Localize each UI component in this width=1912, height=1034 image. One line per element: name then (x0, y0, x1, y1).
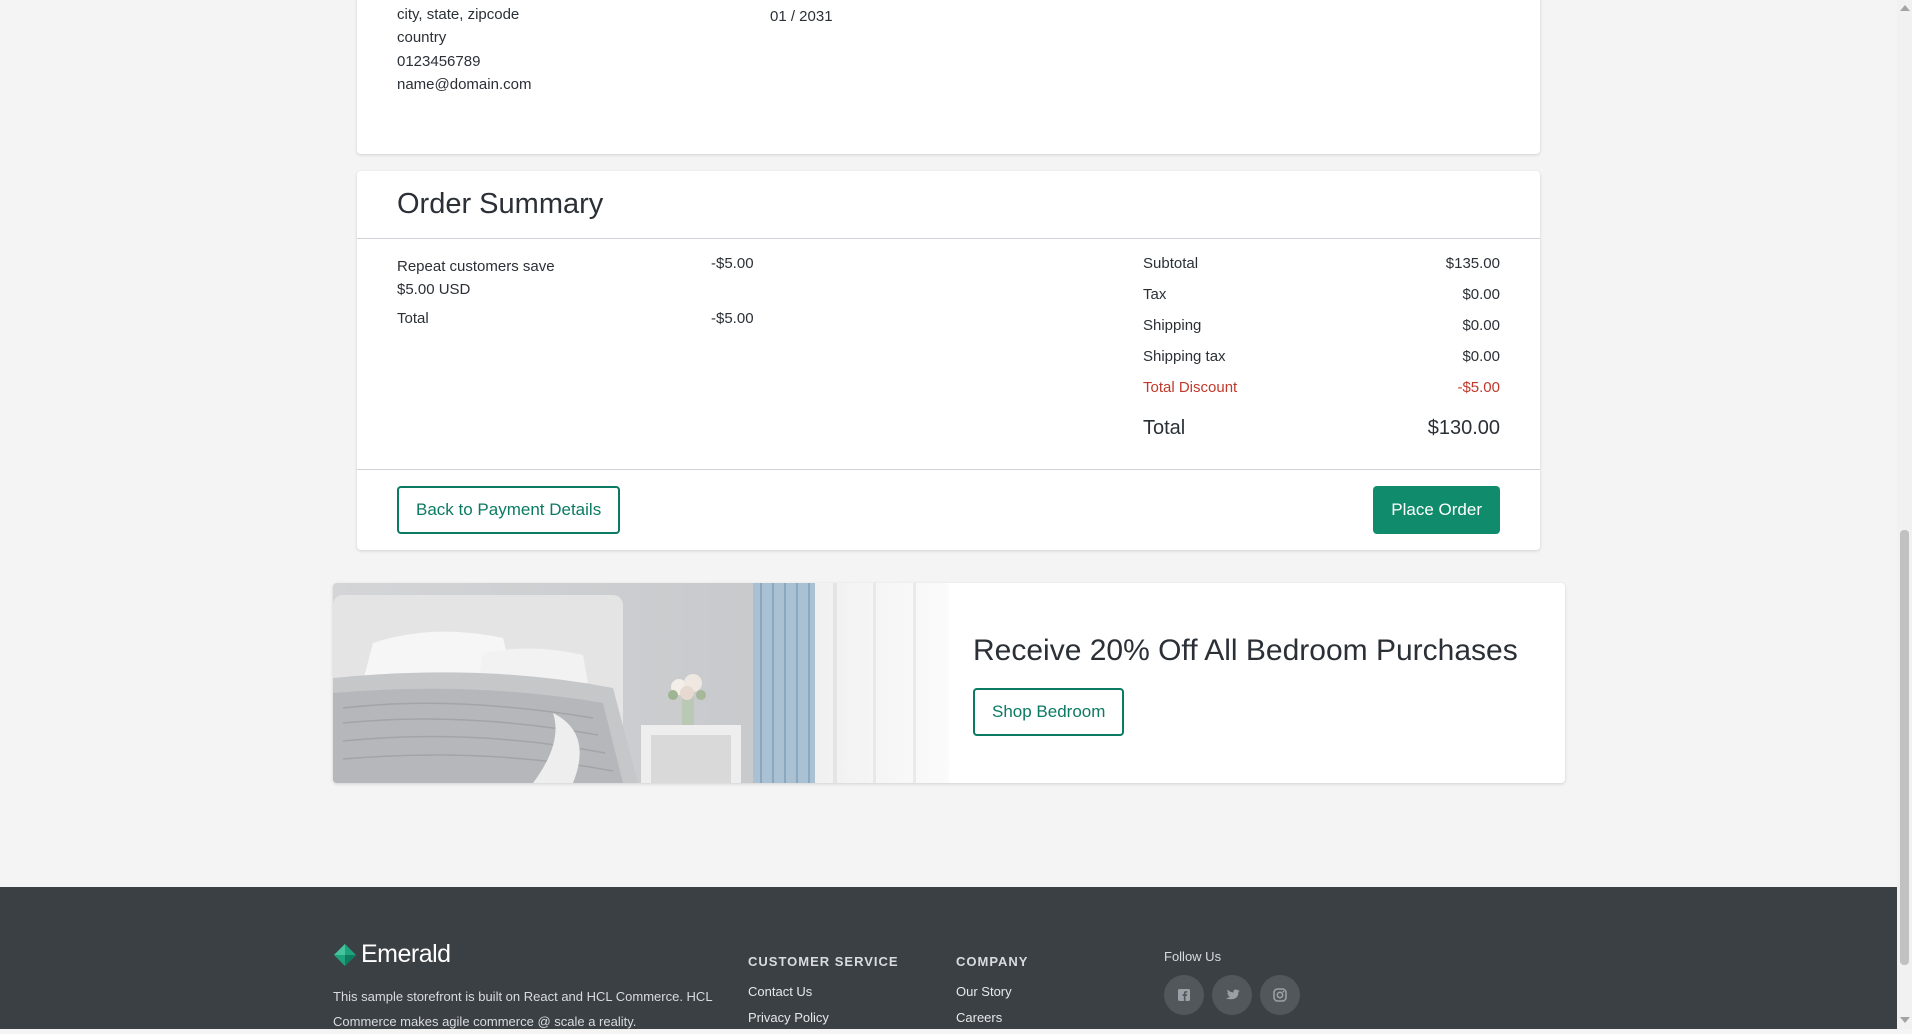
shipping-payment-card: address2 city, state, zipcode country 01… (357, 0, 1540, 154)
address-email: name@domain.com (397, 76, 532, 93)
brand-name: Emerald (361, 940, 451, 968)
address-city-state-zip: city, state, zipcode (397, 6, 520, 23)
back-to-payment-button[interactable]: Back to Payment Details (397, 486, 621, 534)
scroll-up-arrow-icon[interactable] (1900, 5, 1910, 11)
shipping-label: Shipping (1143, 317, 1202, 334)
scrollbar-thumb[interactable] (1900, 530, 1909, 965)
bedroom-image (333, 583, 949, 783)
instagram-button[interactable] (1260, 975, 1300, 1015)
instagram-icon (1273, 988, 1287, 1002)
promotion-amount: -$5.00 (711, 255, 754, 272)
order-summary-card: Order Summary Repeat customers save $5.0… (357, 171, 1540, 550)
tax-value: $0.00 (1462, 286, 1500, 303)
facebook-icon (1178, 989, 1190, 1001)
shipping-tax-label: Shipping tax (1143, 348, 1226, 365)
address-line-2: address2 (397, 0, 459, 1)
divider (357, 469, 1540, 470)
shipping-tax-value: $0.00 (1462, 348, 1500, 365)
careers-link[interactable]: Careers (956, 1010, 1002, 1025)
follow-us-label: Follow Us (1164, 949, 1222, 964)
promotion-total-label: Total (397, 310, 429, 327)
page-scrollbar[interactable] (1897, 0, 1912, 1029)
total-discount-label: Total Discount (1143, 379, 1238, 396)
promotion-total-amount: -$5.00 (711, 310, 754, 327)
customer-service-heading: CUSTOMER SERVICE (748, 954, 899, 969)
facebook-button[interactable] (1164, 975, 1204, 1015)
twitter-button[interactable] (1212, 975, 1252, 1015)
bedroom-promo-banner: Receive 20% Off All Bedroom Purchases Sh… (333, 583, 1565, 783)
brand-logo[interactable]: Emerald (333, 940, 451, 969)
address-phone: 0123456789 (397, 53, 481, 70)
subtotal-value: $135.00 (1445, 255, 1500, 272)
subtotal-label: Subtotal (1143, 255, 1199, 272)
our-story-link[interactable]: Our Story (956, 984, 1012, 999)
tax-label: Tax (1143, 286, 1167, 303)
order-summary-title: Order Summary (397, 188, 604, 220)
place-order-button[interactable]: Place Order (1373, 486, 1500, 534)
shop-bedroom-button[interactable]: Shop Bedroom (973, 688, 1125, 736)
order-total-label: Total (1143, 417, 1186, 439)
promotion-description: Repeat customers save $5.00 USD (397, 258, 555, 298)
twitter-icon (1225, 989, 1240, 999)
divider (357, 238, 1540, 239)
emerald-gem-icon (334, 943, 356, 966)
address-country: country (397, 29, 447, 46)
card-expiry: 01 / 2031 (770, 8, 833, 25)
site-footer: Emerald This sample storefront is built … (0, 887, 1897, 1029)
privacy-policy-link[interactable]: Privacy Policy (748, 1010, 829, 1025)
footer-tagline: This sample storefront is built on React… (333, 989, 713, 1029)
order-total-value: $130.00 (1427, 417, 1500, 439)
total-discount-value: -$5.00 (1457, 379, 1500, 396)
contact-us-link[interactable]: Contact Us (748, 984, 812, 999)
shipping-value: $0.00 (1462, 317, 1500, 334)
banner-title: Receive 20% Off All Bedroom Purchases (973, 634, 1518, 667)
bedroom-illustration (333, 583, 949, 783)
company-heading: COMPANY (956, 954, 1029, 969)
scroll-down-arrow-icon[interactable] (1900, 1017, 1910, 1023)
